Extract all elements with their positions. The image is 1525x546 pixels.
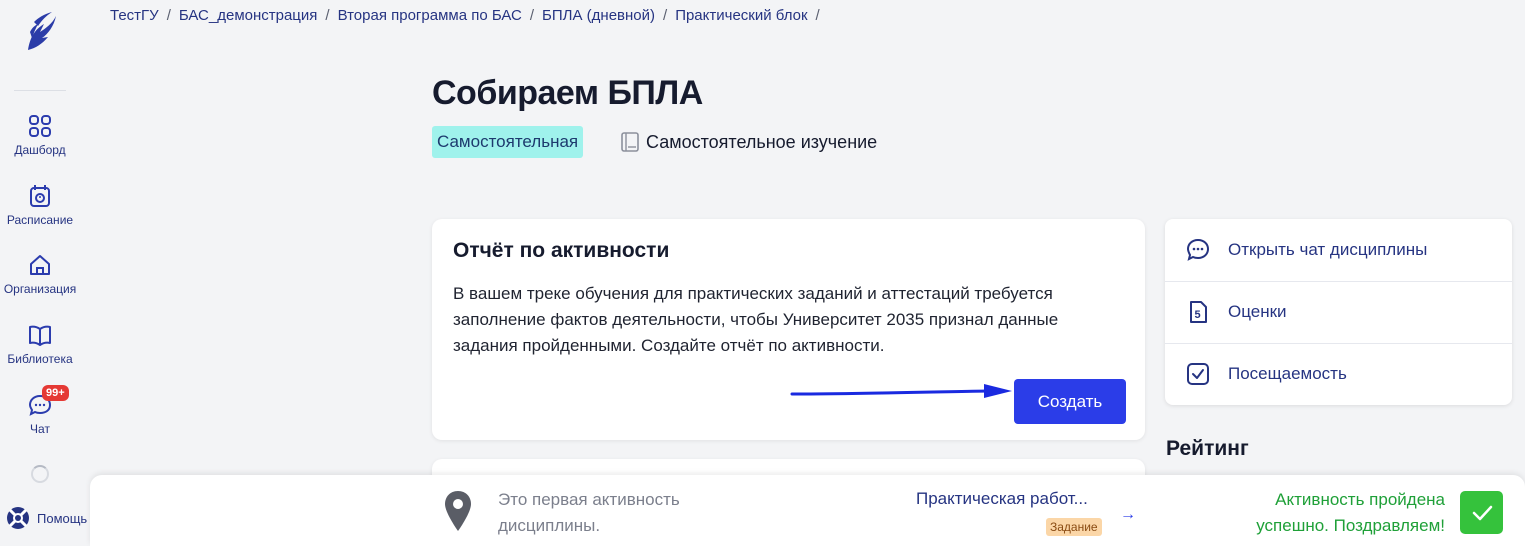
sidebar-item-chat[interactable]: Чат (0, 392, 80, 436)
breadcrumb-item[interactable]: БАС_демонстрация (179, 7, 318, 24)
help-label: Помощь (37, 510, 88, 526)
home-icon (30, 255, 50, 275)
completion-checkmark[interactable] (1460, 491, 1503, 534)
activity-report-text: В вашем треке обучения для практических … (453, 284, 1059, 355)
svg-text:5: 5 (1195, 309, 1201, 321)
chat-bubble-icon (1186, 238, 1210, 261)
check-icon (1472, 505, 1492, 520)
sidebar-item-label: Организация (3, 282, 77, 296)
grades-label: Оценки (1228, 302, 1287, 321)
lifebuoy-icon (7, 507, 29, 529)
calendar-icon (30, 185, 50, 207)
sidebar: Дашборд Расписание Организация Библиотек… (0, 0, 90, 546)
notebook-icon (621, 132, 639, 152)
breadcrumb: ТестГУ / БАС_демонстрация / Вторая программа… (110, 7, 828, 24)
grade-icon: 5 (1190, 301, 1207, 323)
sidebar-item-label: Библиотека (7, 352, 73, 366)
activity-navigation-bar: Это первая активность дисциплины. Практи… (90, 475, 1525, 546)
sidebar-item-organization[interactable]: Организация (0, 252, 80, 296)
discipline-actions-panel: Открыть чат дисциплины 5 Оценки Посещаем… (1165, 219, 1512, 405)
book-icon (29, 325, 51, 346)
attendance-label: Посещаемость (1228, 364, 1347, 383)
map-pin-icon (445, 491, 471, 531)
help-button[interactable]: Помощь (5, 505, 87, 531)
rating-title: Рейтинг (1166, 437, 1249, 460)
breadcrumb-item[interactable]: Вторая программа по БАС (338, 7, 522, 24)
breadcrumb-item[interactable]: Практический блок (675, 7, 807, 24)
sidebar-item-label: Расписание (6, 213, 74, 227)
activity-report-card: Отчёт по активности В вашем треке обучен… (432, 219, 1145, 440)
breadcrumb-item[interactable]: ТестГУ (110, 7, 159, 24)
success-message: Активность пройдена успешно. Поздравляем… (1256, 490, 1445, 535)
sidebar-divider (14, 90, 66, 91)
breadcrumb-separator: / (166, 7, 171, 24)
sidebar-item-label: Чат (30, 422, 50, 436)
open-chat-label: Открыть чат дисциплины (1228, 240, 1428, 259)
activity-report-title: Отчёт по активности (453, 239, 670, 262)
breadcrumb-item[interactable]: БПЛА (дневной) (542, 7, 655, 24)
next-activity-tag: Задание (1046, 518, 1102, 536)
create-button[interactable]: Создать (1014, 379, 1126, 424)
checkbox-icon (1187, 363, 1209, 385)
arrow-right-icon[interactable]: → (1120, 506, 1136, 524)
grid-icon (29, 115, 51, 137)
sidebar-item-library[interactable]: Библиотека (0, 322, 80, 366)
first-activity-note: Это первая активность дисциплины. (498, 490, 680, 535)
sidebar-item-label: Дашборд (14, 143, 66, 157)
page-title: Собираем БПЛА (432, 74, 703, 112)
breadcrumb-separator: / (325, 7, 330, 24)
next-activity-link[interactable]: Практическая работ... (916, 489, 1088, 509)
loading-spinner-icon (31, 465, 49, 483)
open-chat-link[interactable]: Открыть чат дисциплины (1165, 219, 1512, 281)
study-type: Самостоятельное изучение (620, 131, 877, 153)
breadcrumb-separator: / (529, 7, 535, 24)
grades-link[interactable]: 5 Оценки (1165, 281, 1512, 343)
type-badge: Самостоятельная (432, 126, 584, 158)
logo-icon[interactable] (20, 10, 60, 54)
study-type-label: Самостоятельное изучение (646, 131, 878, 152)
breadcrumb-separator: / (815, 7, 820, 24)
sidebar-item-dashboard[interactable]: Дашборд (0, 113, 80, 157)
attendance-link[interactable]: Посещаемость (1165, 343, 1512, 405)
annotation-arrow-icon (790, 384, 1012, 398)
sidebar-item-schedule[interactable]: Расписание (0, 183, 80, 227)
chat-unread-badge: 99+ (42, 385, 69, 401)
breadcrumb-separator: / (663, 7, 668, 24)
